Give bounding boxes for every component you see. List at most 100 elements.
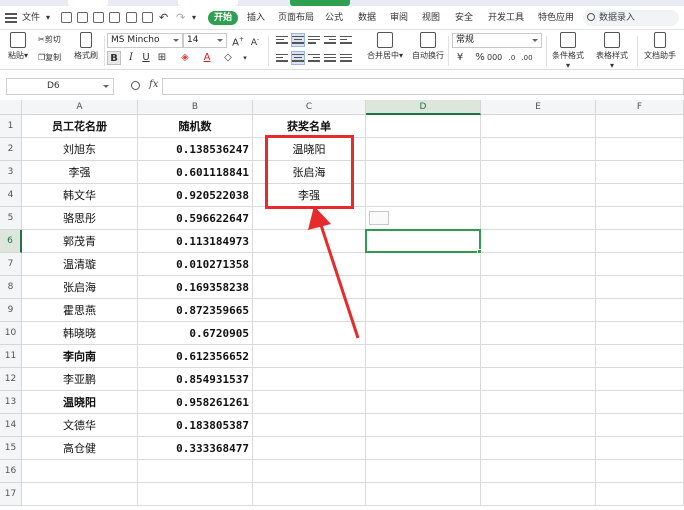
- spreadsheet-grid[interactable]: A B C D E F 1 2 3 4 5 6 7 8 9 10 11 12 13 14 15 16 17 员工花名册 随机数获…: [0, 100, 684, 510]
- cell[interactable]: [481, 230, 596, 253]
- row-header[interactable]: 7: [0, 253, 22, 276]
- cell[interactable]: [596, 207, 684, 230]
- cell[interactable]: 张启海: [22, 276, 138, 299]
- redo-icon[interactable]: ↷: [176, 6, 185, 30]
- align-center-icon[interactable]: [291, 51, 305, 65]
- cell[interactable]: 李强: [22, 161, 138, 184]
- cell[interactable]: 0.854931537: [138, 368, 253, 391]
- underline-button[interactable]: U: [139, 51, 153, 65]
- paste-button[interactable]: 粘贴▾: [6, 32, 30, 61]
- cell[interactable]: [253, 253, 366, 276]
- cell[interactable]: [481, 138, 596, 161]
- fill-color-icon[interactable]: ◈: [178, 51, 192, 65]
- cell[interactable]: [481, 437, 596, 460]
- row-header[interactable]: 13: [0, 391, 22, 414]
- cell[interactable]: [481, 207, 596, 230]
- font-color-icon[interactable]: A: [200, 51, 214, 65]
- cell[interactable]: [366, 368, 481, 391]
- print-preview-icon[interactable]: [142, 12, 153, 23]
- menu-dev-tools[interactable]: 开发工具: [488, 6, 524, 30]
- selected-cell-d6[interactable]: [365, 229, 482, 254]
- cell[interactable]: [253, 276, 366, 299]
- cell[interactable]: [596, 115, 684, 138]
- row-header[interactable]: 1: [0, 115, 22, 138]
- cell[interactable]: 0.169358238: [138, 276, 253, 299]
- decrease-decimal-icon[interactable]: .00: [520, 51, 534, 65]
- cell[interactable]: 0.612356652: [138, 345, 253, 368]
- row-header[interactable]: 10: [0, 322, 22, 345]
- cell[interactable]: 霍思燕: [22, 299, 138, 322]
- cell[interactable]: [596, 322, 684, 345]
- cell[interactable]: 0.113184973: [138, 230, 253, 253]
- menu-page-layout[interactable]: 页面布局: [278, 6, 314, 30]
- align-top-icon[interactable]: [276, 34, 288, 46]
- row-header[interactable]: 15: [0, 437, 22, 460]
- cell[interactable]: [481, 253, 596, 276]
- row-header[interactable]: 12: [0, 368, 22, 391]
- cell[interactable]: 0.138536247: [138, 138, 253, 161]
- hamburger-icon[interactable]: [5, 6, 17, 30]
- cell[interactable]: [481, 276, 596, 299]
- cell[interactable]: [481, 299, 596, 322]
- indent-increase-icon[interactable]: [340, 34, 352, 46]
- chevron-down-icon[interactable]: ▾: [238, 51, 252, 65]
- row-header[interactable]: 16: [0, 460, 22, 483]
- cell[interactable]: [596, 299, 684, 322]
- formula-input[interactable]: [162, 78, 684, 95]
- cell[interactable]: [596, 276, 684, 299]
- cell[interactable]: 0.958261261: [138, 391, 253, 414]
- print-icon[interactable]: [126, 12, 137, 23]
- increase-font-icon[interactable]: A+: [231, 33, 245, 48]
- align-right-icon[interactable]: [308, 52, 320, 64]
- cell[interactable]: [481, 368, 596, 391]
- new-file-icon[interactable]: [61, 12, 72, 23]
- cell[interactable]: [366, 276, 481, 299]
- align-bottom-icon[interactable]: [308, 34, 320, 46]
- row-header[interactable]: 5: [0, 207, 22, 230]
- cell[interactable]: 韩文华: [22, 184, 138, 207]
- cell[interactable]: [22, 460, 138, 483]
- row-header[interactable]: 3: [0, 161, 22, 184]
- cell[interactable]: [596, 230, 684, 253]
- row-header[interactable]: 11: [0, 345, 22, 368]
- cell[interactable]: [481, 460, 596, 483]
- column-header-b[interactable]: B: [138, 100, 253, 115]
- cell[interactable]: [481, 414, 596, 437]
- cell[interactable]: [366, 437, 481, 460]
- cell[interactable]: [138, 460, 253, 483]
- fx-icon[interactable]: fx: [149, 79, 158, 90]
- menu-start[interactable]: 开始: [208, 11, 239, 25]
- doc-helper-button[interactable]: 文档助手: [642, 32, 678, 61]
- cell[interactable]: [253, 483, 366, 506]
- cell[interactable]: [366, 414, 481, 437]
- open-folder-icon[interactable]: [77, 12, 88, 23]
- cell[interactable]: [366, 299, 481, 322]
- menu-formula[interactable]: 公式: [325, 6, 343, 30]
- cell[interactable]: [366, 391, 481, 414]
- cell[interactable]: [366, 460, 481, 483]
- cell[interactable]: [366, 184, 481, 207]
- decrease-font-icon[interactable]: A-: [248, 33, 262, 48]
- cell[interactable]: 0.010271358: [138, 253, 253, 276]
- export-icon[interactable]: [109, 12, 120, 23]
- menu-view[interactable]: 视图: [422, 6, 440, 30]
- cell[interactable]: [138, 483, 253, 506]
- cell[interactable]: [253, 368, 366, 391]
- column-header-f[interactable]: F: [596, 100, 684, 115]
- indent-decrease-icon[interactable]: [324, 34, 336, 46]
- bold-button[interactable]: B: [107, 51, 121, 65]
- row-header[interactable]: 6: [0, 230, 22, 253]
- table-style-button[interactable]: 表格样式▾: [595, 32, 629, 70]
- cell[interactable]: 0.6720905: [138, 322, 253, 345]
- row-header[interactable]: 2: [0, 138, 22, 161]
- align-justify-icon[interactable]: [324, 52, 336, 64]
- fill-handle[interactable]: [477, 249, 482, 254]
- cell[interactable]: 高仓健: [22, 437, 138, 460]
- zoom-icon[interactable]: [131, 81, 140, 90]
- menu-review[interactable]: 审阅: [390, 6, 408, 30]
- cell[interactable]: [253, 414, 366, 437]
- cell[interactable]: [596, 345, 684, 368]
- cell[interactable]: [253, 207, 366, 230]
- column-header-a[interactable]: A: [22, 100, 138, 115]
- cell[interactable]: 0.920522038: [138, 184, 253, 207]
